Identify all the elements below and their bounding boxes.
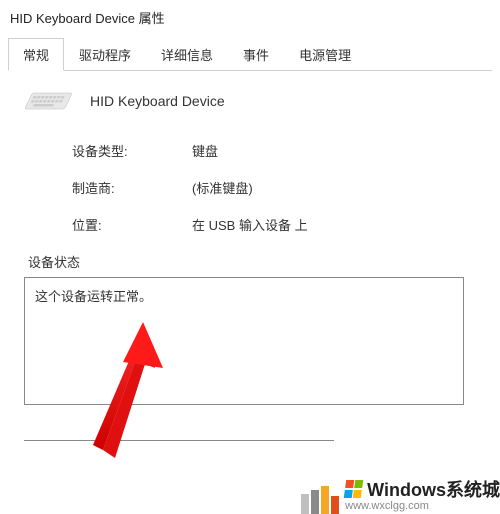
manufacturer-row: 制造商: (标准键盘) (24, 178, 476, 197)
windows-logo-icon (344, 480, 365, 498)
tab-driver[interactable]: 驱动程序 (64, 38, 146, 71)
watermark-url: www.wxclgg.com (345, 500, 429, 512)
tab-bar: 常规 驱动程序 详细信息 事件 电源管理 (8, 37, 492, 71)
window-title: HID Keyboard Device 属性 (0, 0, 500, 37)
tab-details[interactable]: 详细信息 (146, 38, 228, 71)
device-header: HID Keyboard Device (24, 89, 476, 113)
watermark: Windows系统城 www.wxclgg.com (301, 476, 500, 514)
device-type-value: 键盘 (192, 141, 218, 160)
manufacturer-label: 制造商: (72, 178, 192, 197)
location-label: 位置: (72, 215, 192, 234)
location-row: 位置: 在 USB 输入设备 上 (24, 215, 476, 234)
tab-content: HID Keyboard Device 设备类型: 键盘 制造商: (标准键盘)… (0, 71, 500, 415)
device-type-label: 设备类型: (72, 141, 192, 160)
tab-general[interactable]: 常规 (8, 38, 64, 71)
tab-power[interactable]: 电源管理 (284, 38, 366, 71)
device-status-text: 这个设备运转正常。 (35, 289, 152, 304)
keyboard-icon (24, 89, 72, 113)
device-status-box[interactable]: 这个设备运转正常。 (24, 277, 464, 405)
location-value: 在 USB 输入设备 上 (192, 215, 308, 234)
device-status-label: 设备状态 (24, 252, 476, 271)
device-status-section: 设备状态 这个设备运转正常。 (24, 252, 476, 405)
device-name: HID Keyboard Device (90, 93, 225, 109)
watermark-bars-icon (301, 486, 339, 514)
device-type-row: 设备类型: 键盘 (24, 141, 476, 160)
watermark-brand: Windows系统城 (345, 476, 500, 502)
tab-events[interactable]: 事件 (228, 38, 284, 71)
manufacturer-value: (标准键盘) (192, 178, 253, 197)
divider-line (24, 440, 334, 441)
